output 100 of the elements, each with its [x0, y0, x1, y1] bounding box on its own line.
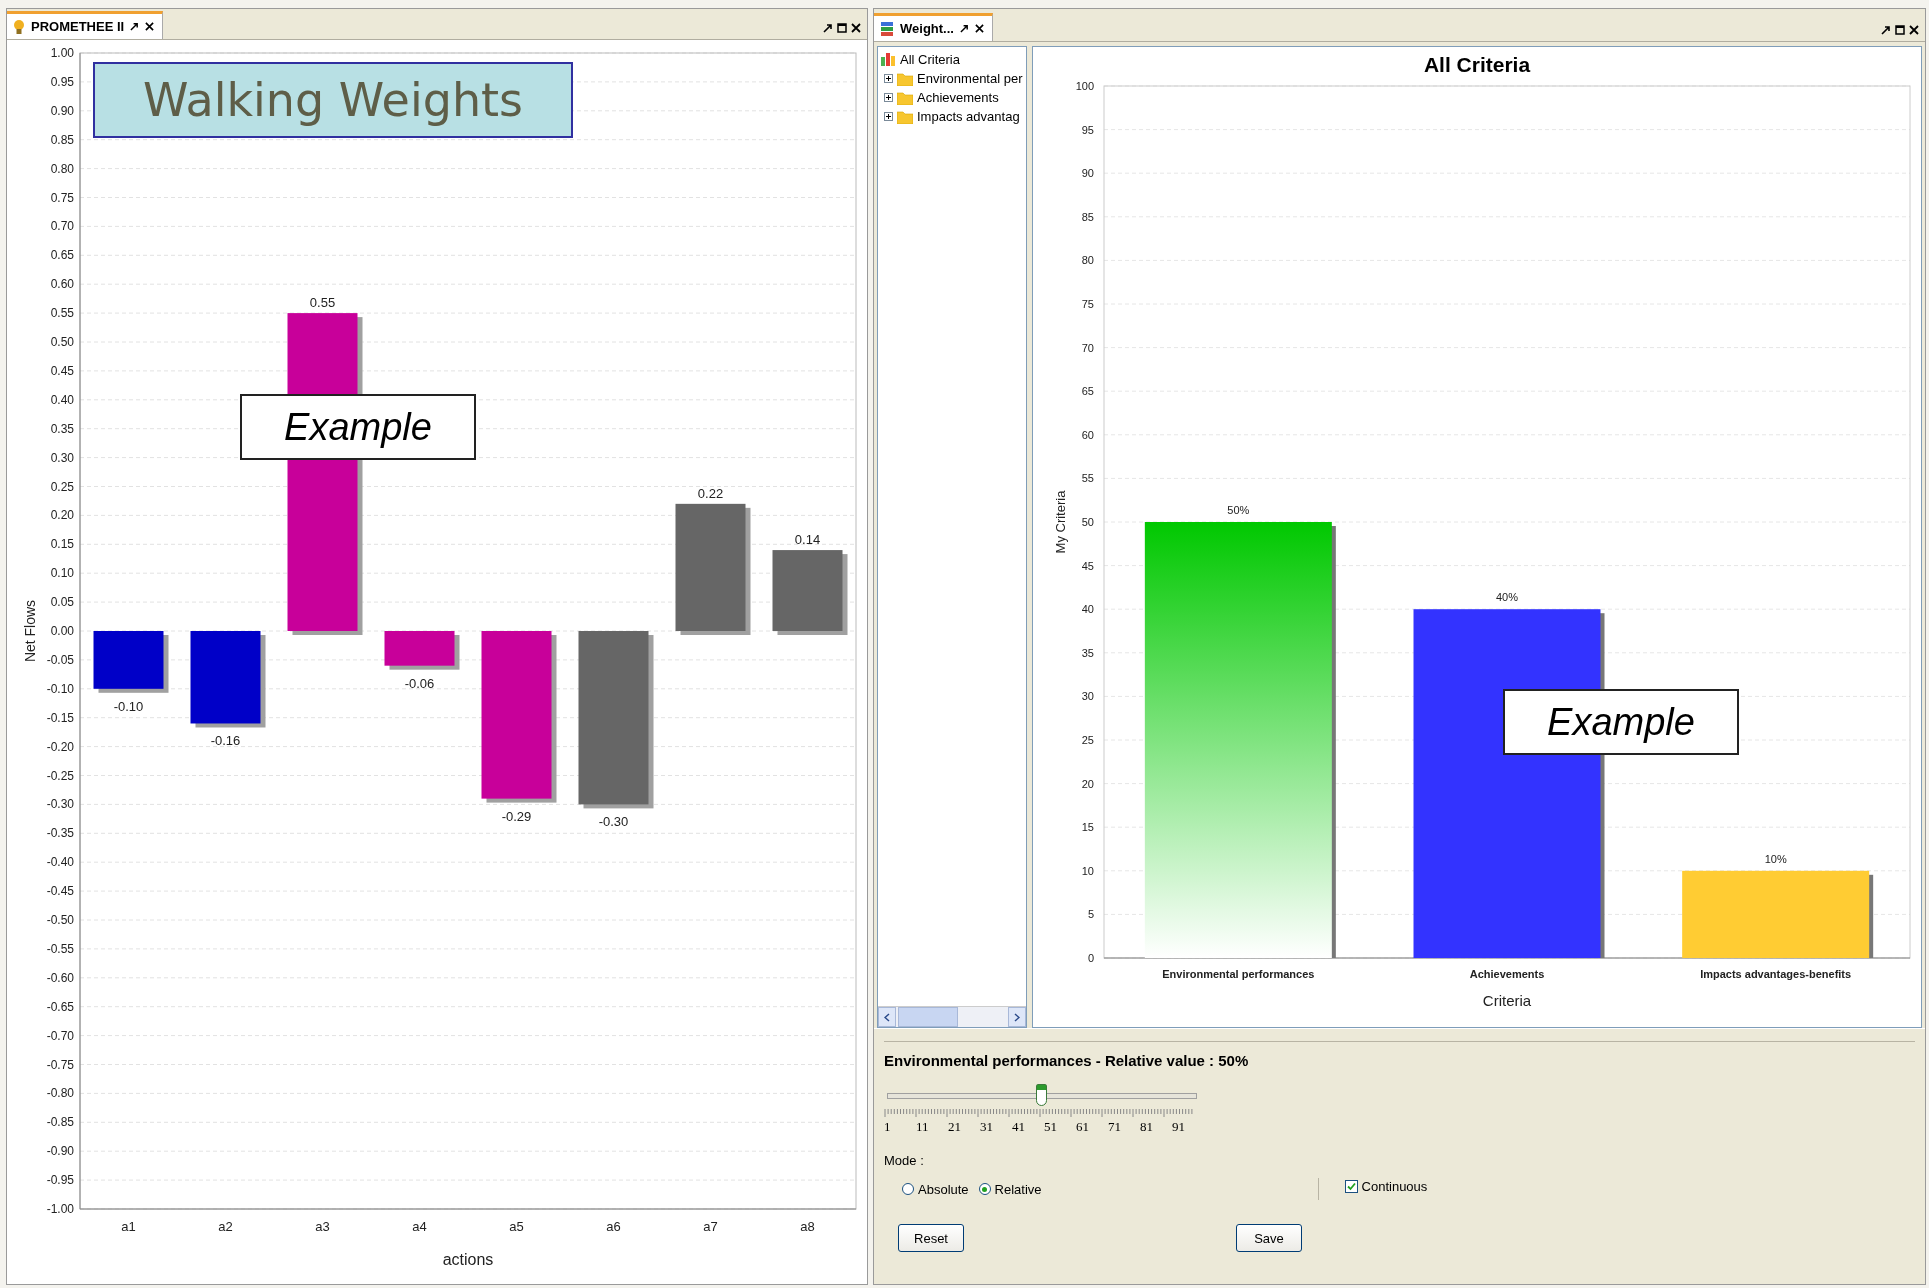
mode-label: Mode : — [884, 1153, 925, 1168]
y-tick-label: 60 — [1081, 428, 1094, 441]
y-tick-label: 0.65 — [50, 248, 74, 263]
slider-tick-label: 61 — [1076, 1119, 1090, 1135]
x-tick-label: Achievements — [1469, 968, 1545, 980]
y-tick-label: 40 — [1081, 603, 1094, 616]
tree-item[interactable]: All Criteria — [900, 51, 960, 67]
y-tick-label: 0.85 — [50, 132, 74, 147]
y-tick-label: 0.80 — [50, 161, 74, 176]
y-tick-label: 65 — [1081, 385, 1094, 398]
y-tick-label: 5 — [1087, 908, 1094, 921]
x-tick-label: a2 — [218, 1219, 233, 1234]
y-tick-label: 55 — [1081, 472, 1094, 485]
slider-tick-label: 11 — [916, 1119, 930, 1135]
slider-tick-label: 41 — [1012, 1119, 1026, 1135]
chart-title: All Criteria — [1423, 53, 1531, 76]
value-label: 10% — [1764, 852, 1787, 865]
folder-icon — [897, 109, 913, 124]
y-tick-label: -0.60 — [46, 970, 74, 985]
maximize-icon[interactable] — [1895, 25, 1905, 35]
y-axis-title: Net Flows — [22, 599, 38, 663]
y-tick-label: 10 — [1081, 864, 1094, 877]
radio-icon[interactable] — [902, 1183, 914, 1195]
x-tick-label: Impacts advantages-benefits — [1700, 968, 1852, 980]
x-tick-label: Environmental performances — [1162, 968, 1315, 980]
y-tick-label: 0.30 — [50, 450, 74, 465]
x-tick-label: a7 — [703, 1219, 718, 1234]
close-icon[interactable] — [145, 22, 155, 31]
y-tick-label: 0.15 — [50, 537, 74, 552]
y-tick-label: -0.75 — [46, 1057, 74, 1072]
weight-slider[interactable] — [884, 1083, 1200, 1107]
mode-radio[interactable]: Absolute — [902, 1181, 969, 1197]
y-tick-label: 0.50 — [50, 335, 74, 349]
y-tick-label: 100 — [1075, 80, 1094, 92]
horizontal-scrollbar[interactable] — [878, 1006, 1026, 1027]
continuous-checkbox[interactable]: Continuous — [1344, 1178, 1428, 1194]
y-tick-label: 1.00 — [50, 46, 74, 60]
y-tick-label: -0.45 — [46, 884, 74, 899]
value-label: -0.29 — [501, 808, 532, 824]
slider-tick-label: 51 — [1044, 1119, 1058, 1135]
tree-item[interactable]: Achievements — [917, 90, 999, 105]
y-tick-label: 0.00 — [50, 624, 74, 638]
value-label: -0.16 — [210, 733, 241, 749]
action-button[interactable]: Reset — [898, 1224, 964, 1252]
slider-tick-label: 1 — [884, 1119, 892, 1135]
y-tick-label: 0.10 — [50, 566, 74, 581]
y-tick-label: 50 — [1081, 516, 1094, 528]
x-tick-label: a5 — [509, 1219, 524, 1234]
tree-item[interactable]: Environmental per — [917, 71, 1023, 86]
y-tick-label: -0.50 — [46, 913, 74, 927]
x-tick-label: a3 — [315, 1219, 330, 1234]
panel-tab[interactable]: PROMETHEE II — [7, 11, 164, 39]
checkbox-icon[interactable] — [1344, 1179, 1358, 1193]
value-label: 40% — [1496, 591, 1518, 604]
panel-tab[interactable]: Weight... — [874, 13, 993, 41]
y-tick-label: -0.55 — [46, 941, 74, 956]
title-banner: Walking Weights — [93, 62, 573, 138]
y-tick-label: 0.95 — [50, 74, 74, 89]
slider-tick-label: 81 — [1140, 1119, 1154, 1135]
y-tick-label: 0.05 — [50, 595, 74, 610]
maximize-icon[interactable] — [837, 23, 847, 33]
mode-radio[interactable]: Relative — [978, 1181, 1042, 1197]
y-tick-label: 30 — [1081, 690, 1094, 703]
folder-icon — [897, 71, 913, 86]
x-tick-label: a6 — [606, 1219, 621, 1234]
tree-item[interactable]: Impacts advantag — [917, 109, 1020, 124]
y-tick-label: -0.85 — [46, 1115, 74, 1130]
slider-tick-label: 91 — [1172, 1119, 1186, 1135]
expand-icon[interactable] — [884, 112, 893, 121]
slider-thumb[interactable] — [1036, 1084, 1047, 1106]
chart-bars-icon — [880, 51, 896, 67]
weight-heading: Environmental performances - Relative value : 50% — [884, 1052, 1250, 1069]
x-tick-label: a4 — [412, 1219, 427, 1234]
slider-tick-label: 21 — [948, 1119, 962, 1135]
expand-icon[interactable] — [884, 93, 893, 102]
y-tick-label: 0.60 — [50, 277, 74, 292]
y-tick-label: 45 — [1081, 559, 1094, 572]
y-tick-label: 25 — [1081, 734, 1094, 746]
y-tick-label: 90 — [1081, 167, 1094, 180]
close-icon[interactable] — [851, 23, 861, 33]
expand-icon[interactable] — [884, 74, 893, 83]
y-tick-label: -0.25 — [46, 768, 74, 783]
y-tick-label: -0.90 — [46, 1144, 74, 1159]
close-icon[interactable] — [974, 24, 984, 33]
y-tick-label: 0.20 — [50, 508, 74, 523]
books-icon — [880, 20, 894, 37]
y-tick-label: -0.35 — [46, 826, 74, 841]
value-label: 0.55 — [309, 295, 336, 311]
y-tick-label: -0.30 — [46, 797, 74, 812]
value-label: -0.10 — [113, 698, 144, 714]
slider-tick-label: 71 — [1108, 1119, 1122, 1135]
y-tick-label: 85 — [1081, 210, 1094, 223]
radio-icon[interactable] — [978, 1183, 991, 1195]
y-tick-label: -0.40 — [46, 855, 74, 870]
action-button[interactable]: Save — [1236, 1224, 1302, 1252]
value-label: 0.22 — [697, 485, 724, 501]
y-tick-label: -1.00 — [46, 1202, 74, 1216]
y-tick-label: 15 — [1081, 821, 1094, 834]
close-icon[interactable] — [1909, 25, 1919, 35]
x-tick-label: a1 — [121, 1219, 136, 1234]
